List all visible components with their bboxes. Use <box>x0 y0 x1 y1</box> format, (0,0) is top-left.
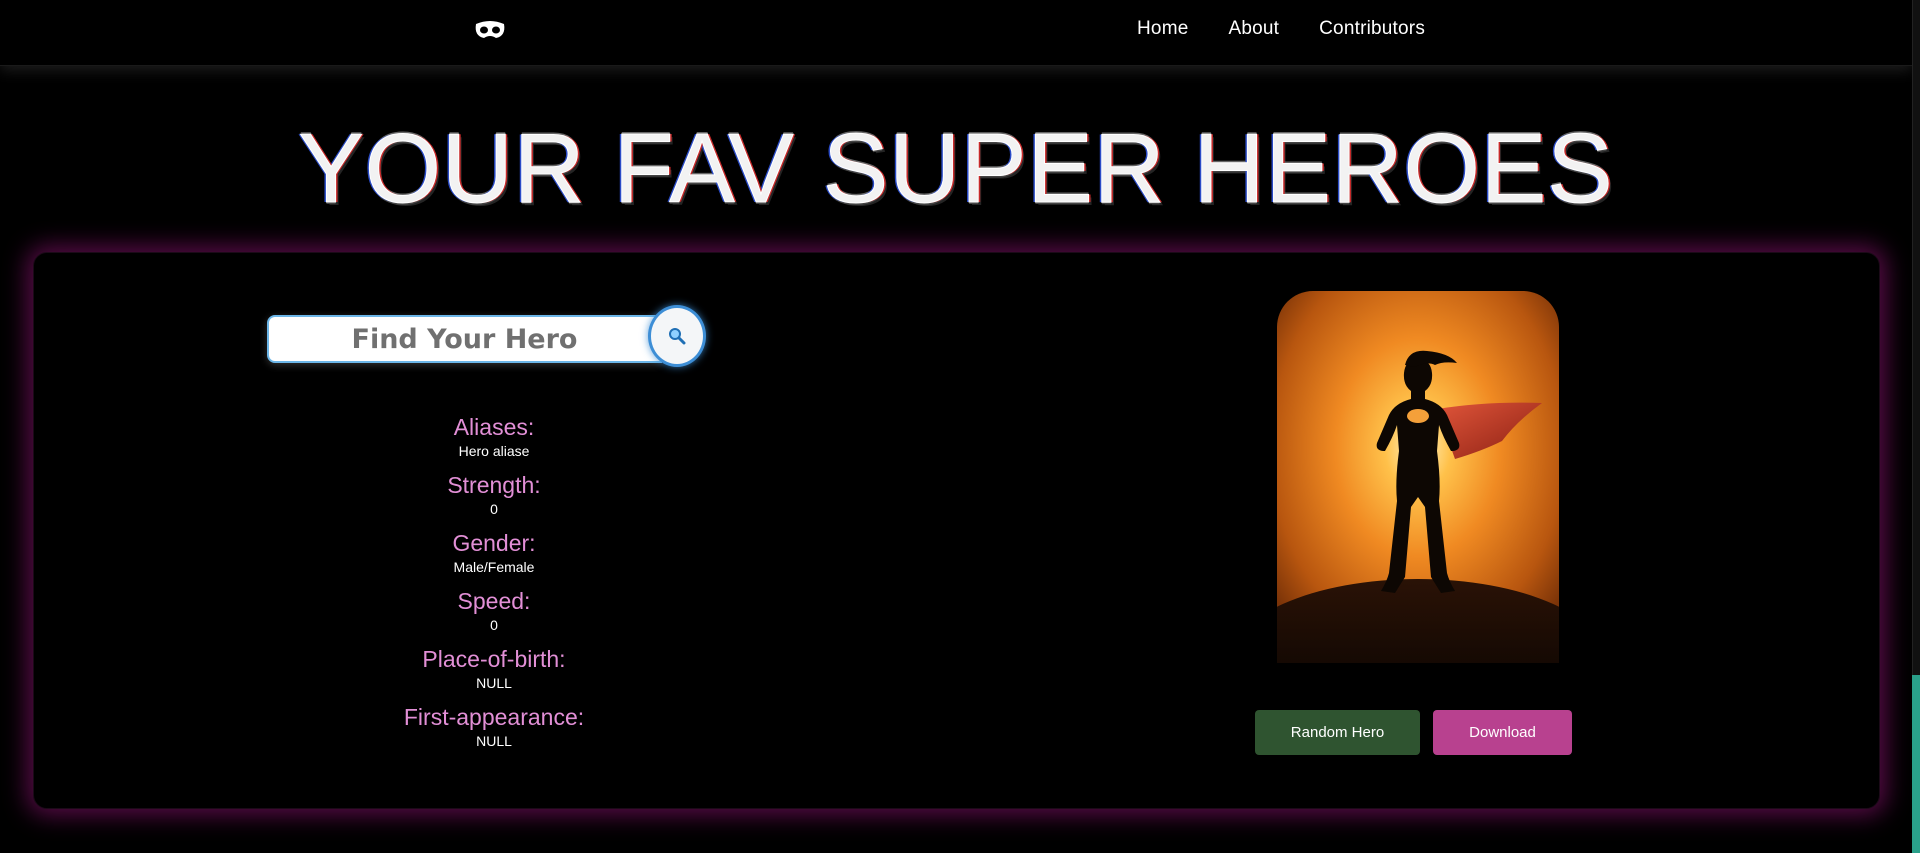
page-title: YOUR FAV SUPER HEROES <box>298 113 1614 223</box>
search-icon <box>669 328 686 345</box>
superhero-silhouette-icon <box>1277 291 1559 663</box>
info-label: Aliases: <box>453 414 535 440</box>
search-bar <box>267 305 707 367</box>
download-button[interactable]: Download <box>1433 710 1572 755</box>
navbar: Home About Contributors <box>0 0 1912 66</box>
info-item-aliases: Aliases: Hero aliase <box>294 414 694 462</box>
nav-link-contributors[interactable]: Contributors <box>1319 18 1425 40</box>
info-label: Place-of-birth: <box>422 646 566 672</box>
hero-info-list: Aliases: Hero aliase Strength: 0 Gender:… <box>294 414 694 762</box>
info-label: First-appearance: <box>403 704 585 730</box>
info-value: 0 <box>490 617 498 633</box>
info-label: Strength: <box>447 472 541 498</box>
mask-icon[interactable] <box>474 18 506 42</box>
info-value: Male/Female <box>453 559 535 575</box>
hero-image <box>1277 291 1559 663</box>
search-button[interactable] <box>648 305 706 367</box>
info-item-first-appearance: First-appearance: NULL <box>294 704 694 752</box>
scrollbar-thumb[interactable] <box>1912 0 1920 675</box>
info-value: NULL <box>476 675 512 691</box>
info-item-speed: Speed: 0 <box>294 588 694 636</box>
info-label: Speed: <box>457 588 531 614</box>
search-input[interactable] <box>267 315 662 363</box>
nav-links: Home About Contributors <box>1137 18 1425 40</box>
info-value: Hero aliase <box>458 443 530 459</box>
info-label: Gender: <box>452 530 536 556</box>
scrollbar-track[interactable] <box>1912 0 1920 853</box>
info-item-strength: Strength: 0 <box>294 472 694 520</box>
nav-link-home[interactable]: Home <box>1137 18 1188 40</box>
info-item-place-of-birth: Place-of-birth: NULL <box>294 646 694 694</box>
nav-link-about[interactable]: About <box>1228 18 1279 40</box>
info-value: 0 <box>490 501 498 517</box>
info-value: NULL <box>476 733 512 749</box>
info-item-gender: Gender: Male/Female <box>294 530 694 578</box>
random-hero-button[interactable]: Random Hero <box>1255 710 1420 755</box>
